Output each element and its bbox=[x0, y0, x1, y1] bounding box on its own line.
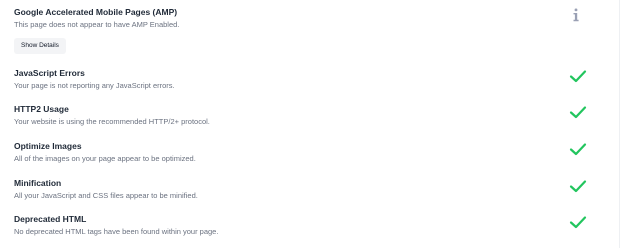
http2-usage-check: HTTP2 Usage Your website is using the re… bbox=[14, 104, 614, 127]
amp-check-description: This page does not appear to have AMP En… bbox=[14, 20, 180, 29]
deprecated-html-check: Deprecated HTML No deprecated HTML tags … bbox=[14, 214, 614, 237]
deprecated-html-description: No deprecated HTML tags have been found … bbox=[14, 227, 219, 236]
deprecated-html-title: Deprecated HTML bbox=[14, 214, 87, 224]
javascript-errors-check: JavaScript Errors Your page is not repor… bbox=[14, 68, 614, 91]
scrollbar-track[interactable] bbox=[619, 0, 637, 248]
show-details-button[interactable]: Show Details bbox=[14, 38, 66, 54]
checkmark-icon bbox=[569, 106, 587, 119]
http2-usage-title: HTTP2 Usage bbox=[14, 104, 69, 114]
optimize-images-check: Optimize Images All of the images on you… bbox=[14, 141, 614, 164]
checkmark-icon bbox=[569, 70, 587, 83]
optimize-images-description: All of the images on your page appear to… bbox=[14, 154, 196, 163]
amp-check-title: Google Accelerated Mobile Pages (AMP) bbox=[14, 7, 178, 17]
checkmark-icon bbox=[569, 216, 587, 229]
javascript-errors-title: JavaScript Errors bbox=[14, 68, 85, 78]
info-icon[interactable] bbox=[572, 8, 580, 22]
minification-check: Minification All your JavaScript and CSS… bbox=[14, 178, 614, 201]
minification-title: Minification bbox=[14, 178, 62, 188]
javascript-errors-description: Your page is not reporting any JavaScrip… bbox=[14, 81, 175, 90]
checkmark-icon bbox=[569, 143, 587, 156]
http2-usage-description: Your website is using the recommended HT… bbox=[14, 117, 210, 126]
optimize-images-title: Optimize Images bbox=[14, 141, 82, 151]
audit-panel: Google Accelerated Mobile Pages (AMP) Th… bbox=[0, 0, 637, 248]
checkmark-icon bbox=[569, 180, 587, 193]
amp-check: Google Accelerated Mobile Pages (AMP) Th… bbox=[14, 7, 614, 30]
minification-description: All your JavaScript and CSS files appear… bbox=[14, 191, 198, 200]
